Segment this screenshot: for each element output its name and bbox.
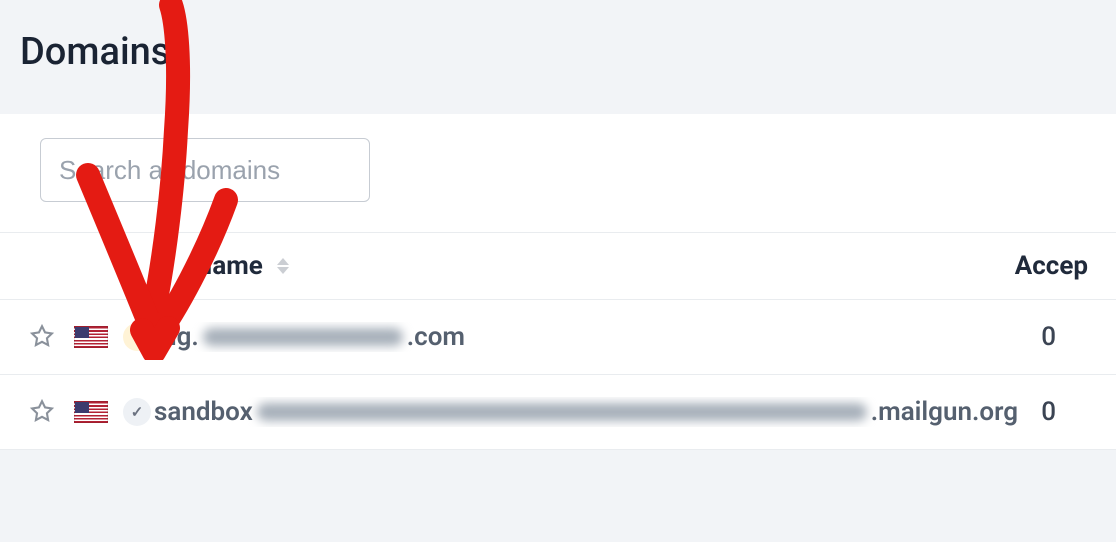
table-row[interactable]: ? mg. .com 0 <box>0 300 1116 375</box>
star-toggle[interactable] <box>28 398 74 426</box>
domain-name-link[interactable]: mg. .com <box>154 322 1018 352</box>
page-title: Domains <box>20 30 1096 74</box>
star-icon <box>28 398 56 426</box>
sort-icon <box>277 258 289 274</box>
question-icon: ? <box>123 323 151 351</box>
table-header-row: Name Accep <box>0 232 1116 300</box>
accepted-count: 0 <box>1018 397 1088 427</box>
us-flag-icon <box>74 326 108 348</box>
search-input[interactable] <box>40 138 370 202</box>
domain-name-suffix: .com <box>407 322 465 352</box>
column-header-accepted: Accep <box>1015 251 1088 281</box>
domain-name-prefix: mg. <box>154 322 199 352</box>
domains-panel: Name Accep ? mg. .com 0 <box>0 114 1116 450</box>
us-flag-icon <box>74 401 108 423</box>
domain-name-prefix: sandbox <box>154 397 253 427</box>
search-wrap <box>0 114 1116 232</box>
redacted-text <box>203 328 403 346</box>
accepted-count: 0 <box>1018 322 1088 352</box>
table-row[interactable]: ✓ sandbox .mailgun.org 0 <box>0 375 1116 450</box>
status-cell: ? <box>120 323 154 351</box>
redacted-text <box>257 403 867 421</box>
flag-cell <box>74 326 120 348</box>
flag-cell <box>74 401 120 423</box>
status-cell: ✓ <box>120 398 154 426</box>
star-icon <box>28 323 56 351</box>
column-header-name[interactable]: Name <box>154 251 1015 281</box>
domain-name-suffix: .mailgun.org <box>871 397 1018 427</box>
checkmark-icon: ✓ <box>123 398 151 426</box>
domain-name-link[interactable]: sandbox .mailgun.org <box>154 397 1018 427</box>
star-toggle[interactable] <box>28 323 74 351</box>
column-header-name-label: Name <box>194 251 263 281</box>
